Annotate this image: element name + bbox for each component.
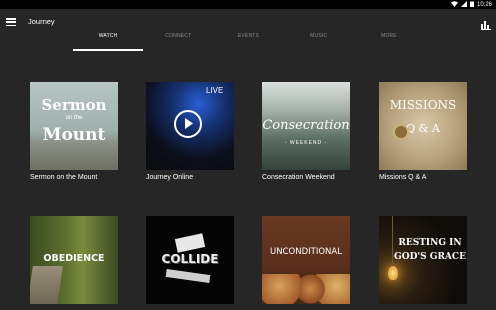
tab-events[interactable]: EVENTS (213, 31, 283, 51)
tile-artwork: OBEDIENCE (30, 216, 118, 304)
media-tile[interactable]: MISSIONS Q & A Missions Q & A (379, 82, 467, 181)
tab-bar: WATCH CONNECT EVENTS MUSIC MORE (73, 31, 424, 51)
media-tile[interactable]: RESTING IN GOD'S GRACE (379, 216, 467, 304)
media-tile[interactable]: COLLIDE (146, 216, 234, 304)
media-tile[interactable]: LIVE Journey Online (146, 82, 234, 181)
battery-icon (469, 1, 474, 9)
live-badge: LIVE (206, 86, 224, 95)
media-tile[interactable]: OBEDIENCE (30, 216, 118, 304)
tile-artwork: UNCONDITIONAL (262, 216, 350, 304)
signal-icon (460, 0, 467, 9)
tile-artwork: LIVE (146, 82, 234, 170)
clock: 10:26 (476, 1, 492, 8)
tile-caption: Journey Online (146, 174, 194, 181)
lightbulb-icon (388, 266, 398, 280)
tile-artwork: Sermon on the Mount (30, 82, 118, 170)
stats-icon[interactable] (481, 17, 491, 30)
tab-connect[interactable]: CONNECT (143, 31, 213, 51)
media-tile[interactable]: Sermon on the Mount Sermon on the Mount (30, 82, 118, 181)
tile-artwork: COLLIDE (146, 216, 234, 304)
tab-more[interactable]: MORE (354, 31, 424, 51)
tile-artwork: Consecration - WEEKEND - (262, 82, 350, 170)
tile-caption: Sermon on the Mount (30, 174, 98, 181)
media-tile[interactable]: UNCONDITIONAL (262, 216, 350, 304)
compass-icon (393, 124, 409, 140)
wifi-icon (450, 0, 458, 9)
tile-artwork: RESTING IN GOD'S GRACE (379, 216, 467, 304)
media-tile[interactable]: Consecration - WEEKEND - Consecration We… (262, 82, 350, 181)
status-bar: 10:26 (0, 0, 496, 9)
tile-caption: Consecration Weekend (262, 174, 335, 181)
tile-caption: Missions Q & A (379, 174, 427, 181)
app-title: Journey (28, 17, 55, 26)
tab-watch[interactable]: WATCH (73, 31, 143, 51)
tab-indicator (73, 49, 143, 51)
play-icon[interactable] (174, 110, 202, 138)
tile-artwork: MISSIONS Q & A (379, 82, 467, 170)
tab-music[interactable]: MUSIC (284, 31, 354, 51)
menu-icon[interactable] (6, 18, 16, 27)
